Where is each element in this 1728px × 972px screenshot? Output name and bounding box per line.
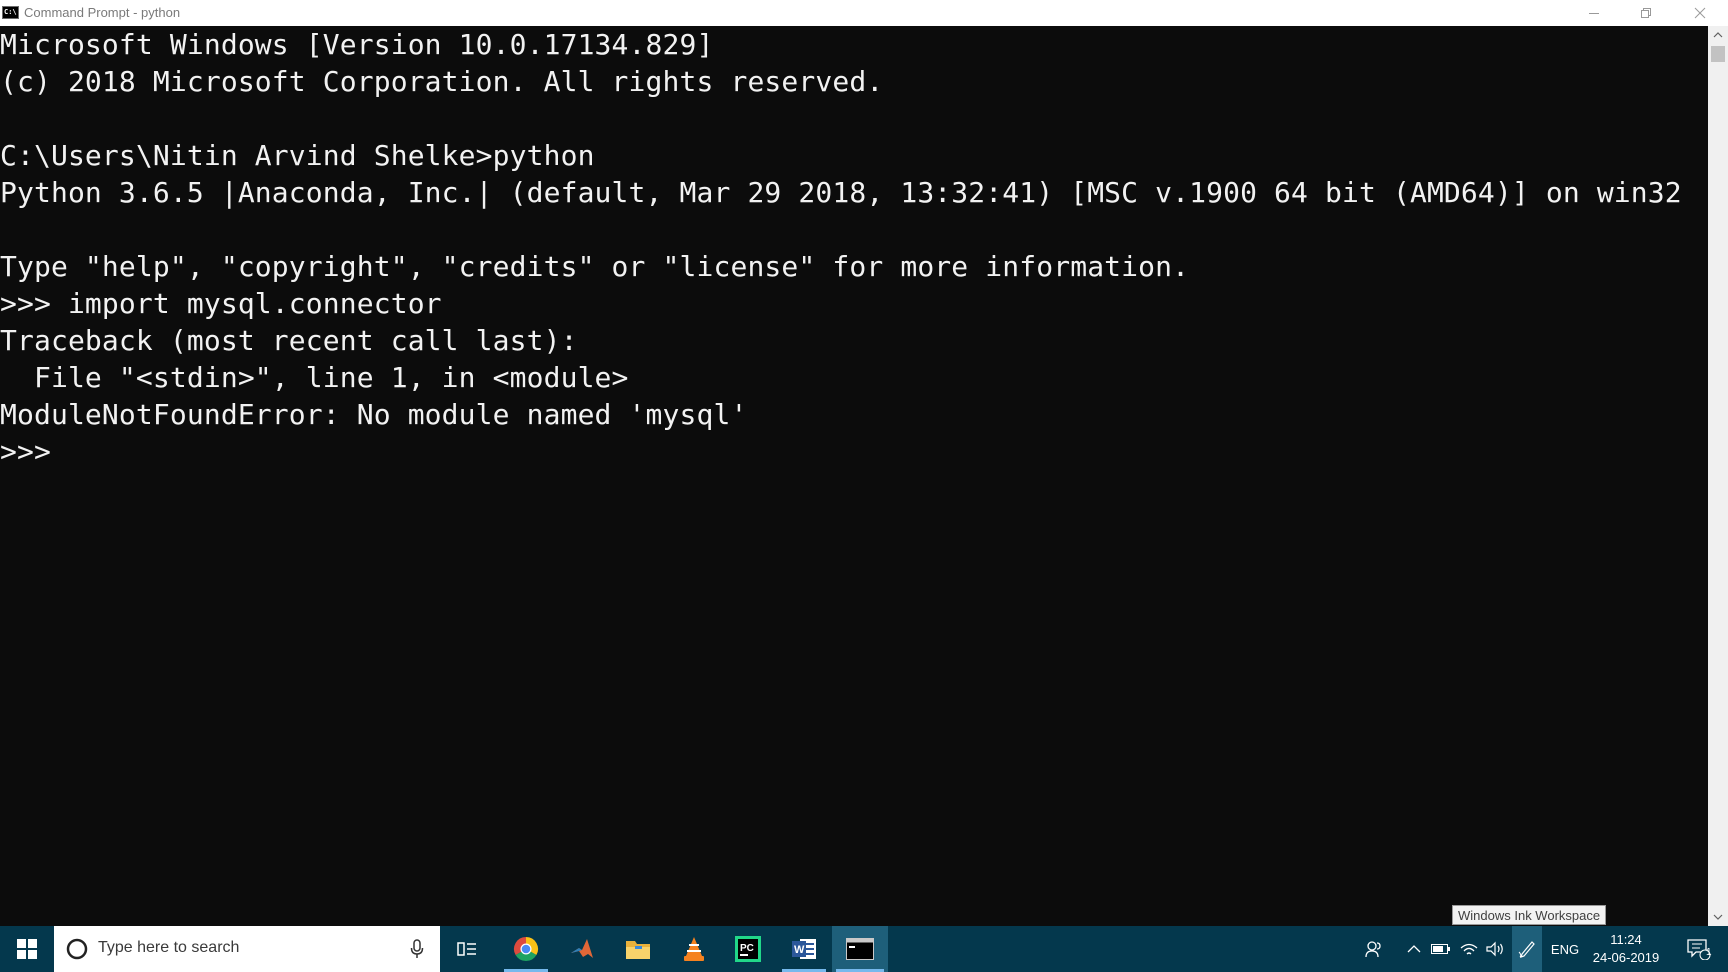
console-line: Python 3.6.5 |Anaconda, Inc.| (default, …: [0, 176, 1682, 209]
scroll-thumb[interactable]: [1711, 46, 1725, 62]
tooltip: Windows Ink Workspace: [1452, 905, 1607, 925]
matlab-icon: [571, 939, 593, 958]
chevron-up-icon: [1407, 945, 1421, 953]
task-view-button[interactable]: [444, 926, 490, 972]
minimize-icon: [1589, 13, 1599, 14]
chevron-up-icon: [1713, 32, 1723, 38]
scroll-up-button[interactable]: [1708, 26, 1728, 44]
network-button[interactable]: [1456, 926, 1482, 972]
title-bar[interactable]: C:\ Command Prompt - python: [0, 0, 1728, 26]
search-placeholder: Type here to search: [98, 939, 240, 956]
restore-button[interactable]: [1620, 0, 1672, 26]
people-icon: [1365, 941, 1381, 958]
clock-button[interactable]: 11:24 24-06-2019: [1588, 926, 1664, 972]
battery-button[interactable]: [1428, 926, 1454, 972]
speaker-icon: [1486, 941, 1503, 957]
task-view-icon: [457, 942, 476, 956]
start-button[interactable]: [0, 926, 54, 972]
console-line: Microsoft Windows [Version 10.0.17134.82…: [0, 28, 714, 61]
console-line: Traceback (most recent call last):: [0, 324, 578, 357]
console-line: >>> import mysql.connector: [0, 287, 442, 320]
microphone-icon[interactable]: [410, 939, 424, 959]
console-line: ModuleNotFoundError: No module named 'my…: [0, 398, 748, 431]
file-explorer-icon: [626, 941, 650, 959]
language-indicator: ENG: [1550, 941, 1580, 957]
notification-count: 1: [1706, 947, 1712, 958]
windows-logo-icon: [17, 939, 37, 959]
windows-ink-workspace-button[interactable]: [1512, 926, 1542, 972]
clock-time: 11:24: [1610, 932, 1642, 947]
wifi-icon: [1460, 943, 1478, 955]
restore-icon: [1641, 8, 1651, 18]
taskbar-vlc[interactable]: [668, 926, 720, 972]
word-icon: W: [792, 939, 816, 959]
taskbar: Type here to search PC W ENG 11:24 24-06…: [0, 926, 1728, 972]
vertical-scrollbar[interactable]: [1708, 26, 1728, 926]
people-button[interactable]: [1360, 926, 1388, 972]
taskbar-chrome[interactable]: [500, 926, 552, 972]
close-button[interactable]: [1672, 0, 1728, 26]
console-prompt-line[interactable]: >>>: [0, 433, 68, 470]
chevron-down-icon: [1713, 914, 1723, 920]
taskbar-file-explorer[interactable]: [612, 926, 664, 972]
console-line: C:\Users\Nitin Arvind Shelke>python: [0, 139, 595, 172]
input-language-button[interactable]: ENG: [1548, 926, 1582, 972]
console-line: File "<stdin>", line 1, in <module>: [0, 361, 629, 394]
console-line: (c) 2018 Microsoft Corporation. All righ…: [0, 65, 884, 98]
action-center-button[interactable]: 1: [1676, 926, 1722, 972]
pycharm-icon: PC: [735, 936, 761, 962]
minimize-button[interactable]: [1568, 0, 1620, 26]
taskbar-command-prompt[interactable]: [832, 926, 888, 972]
console-output[interactable]: Microsoft Windows [Version 10.0.17134.82…: [0, 26, 1708, 926]
scroll-down-button[interactable]: [1708, 908, 1728, 926]
cortana-icon: [66, 938, 88, 960]
chrome-icon: [513, 937, 539, 962]
taskbar-word[interactable]: W: [778, 926, 830, 972]
volume-button[interactable]: [1482, 926, 1508, 972]
clock-date: 24-06-2019: [1592, 950, 1660, 965]
console-line: Type "help", "copyright", "credits" or "…: [0, 250, 1190, 283]
show-hidden-icons-button[interactable]: [1400, 926, 1428, 972]
window-title: Command Prompt - python: [24, 5, 181, 20]
svg-text:W: W: [794, 944, 805, 956]
svg-text:PC: PC: [740, 943, 754, 954]
command-prompt-icon: C:\: [2, 6, 19, 19]
pen-icon: [1518, 941, 1535, 958]
command-prompt-icon: [846, 938, 874, 960]
battery-icon: [1431, 944, 1450, 954]
search-box[interactable]: Type here to search: [54, 926, 440, 972]
vlc-icon: [684, 937, 704, 961]
taskbar-matlab[interactable]: [556, 926, 608, 972]
taskbar-pycharm[interactable]: PC: [722, 926, 774, 972]
close-icon: [1694, 7, 1706, 19]
